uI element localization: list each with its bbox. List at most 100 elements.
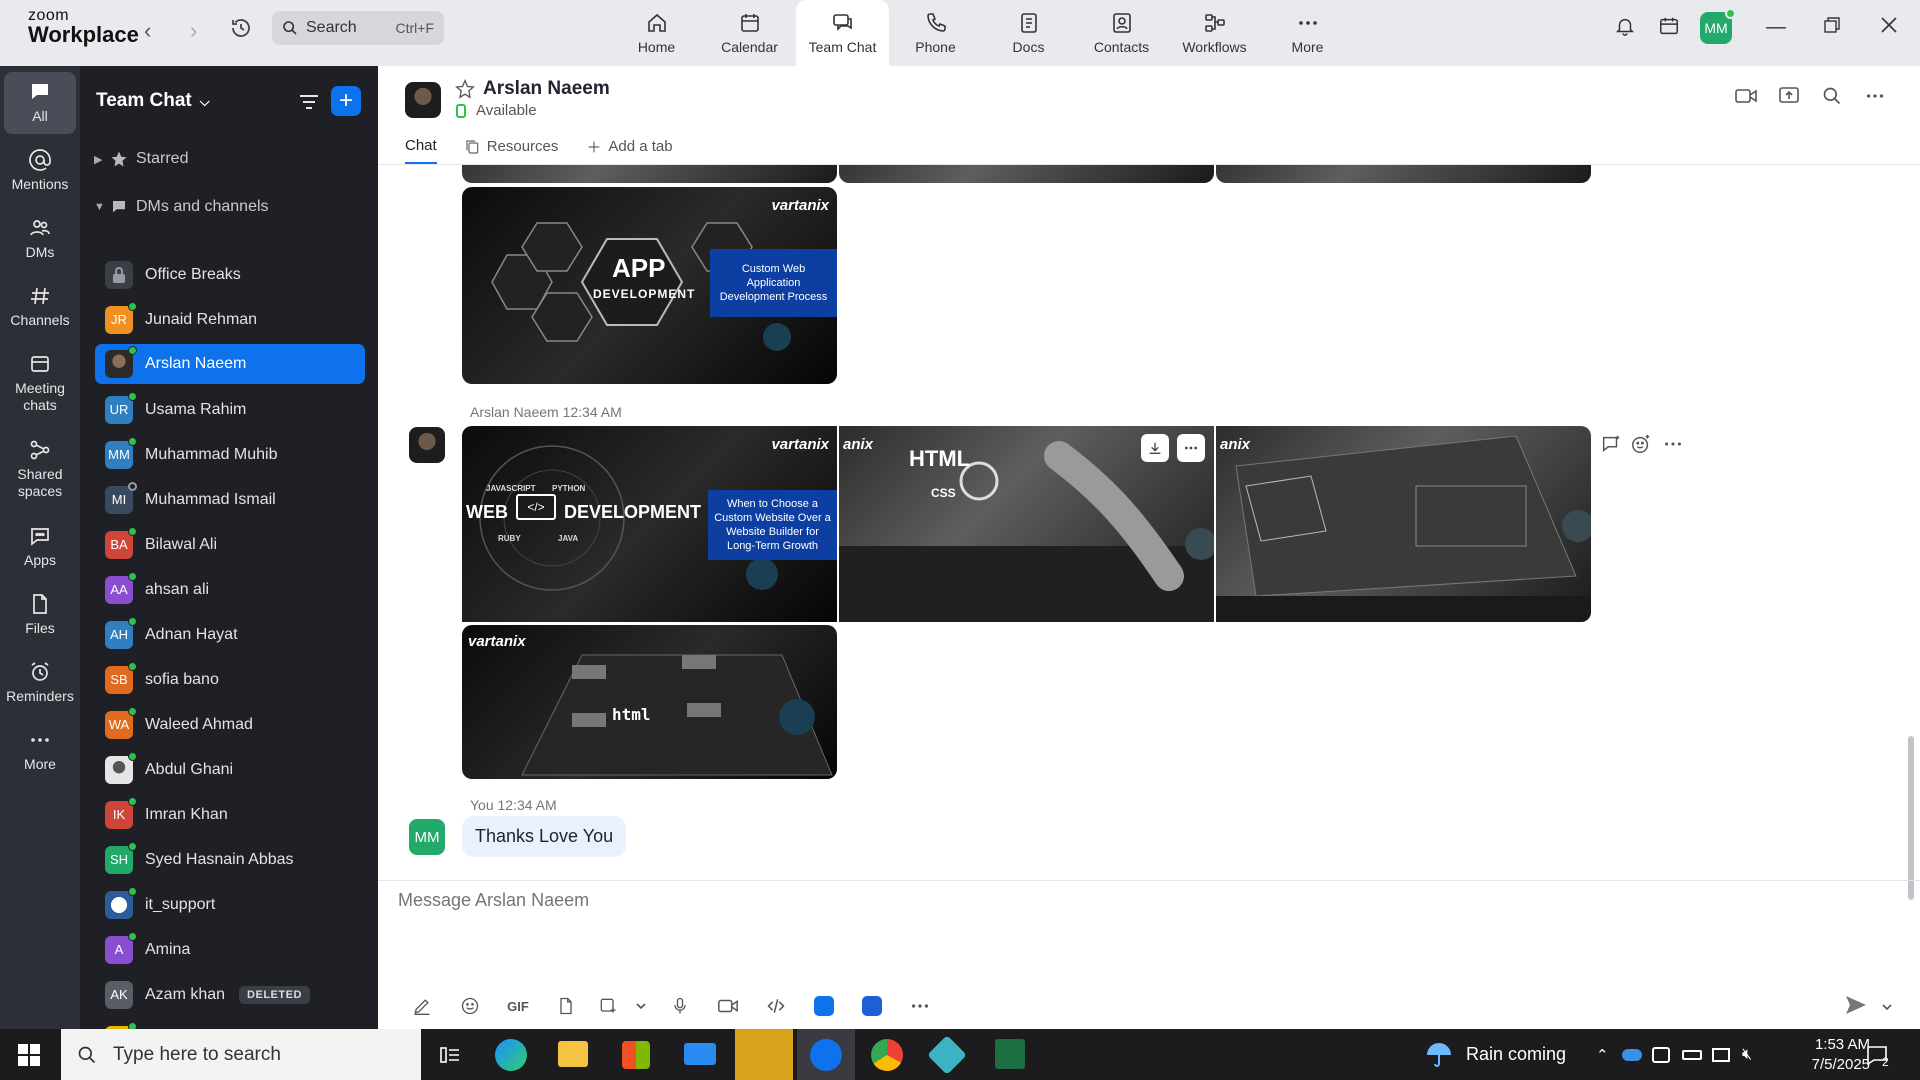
code-snippet-icon[interactable] <box>752 996 800 1016</box>
close-icon[interactable] <box>1880 16 1898 40</box>
format-text-icon[interactable] <box>398 996 446 1016</box>
app-shortcut-1-icon[interactable] <box>800 996 848 1016</box>
image-attachment-partial-1[interactable] <box>462 165 837 183</box>
screenshot-icon[interactable] <box>590 996 626 1016</box>
nav-calendar[interactable]: Calendar <box>703 0 796 66</box>
conversation-item[interactable]: MI Muhammad Ismail <box>95 477 365 522</box>
windows-start-icon[interactable] <box>18 1044 40 1071</box>
send-options-chevron-icon[interactable] <box>1881 1000 1893 1018</box>
tab-add[interactable]: Add a tab <box>586 137 673 164</box>
favorite-star-icon[interactable] <box>455 78 475 104</box>
rail-channels[interactable]: Channels <box>4 284 76 329</box>
rail-mentions[interactable]: Mentions <box>4 148 76 193</box>
image-web-development[interactable]: vartanix JAVASCRIPT PYTHON RUBY JAVA WEB… <box>462 426 837 622</box>
emoji-icon[interactable] <box>446 996 494 1016</box>
rail-apps[interactable]: Apps <box>4 524 76 569</box>
rail-reminders[interactable]: Reminders <box>4 660 76 705</box>
conversation-item[interactable]: it_support <box>95 882 365 927</box>
rail-all[interactable]: All <box>4 72 76 134</box>
conversation-item[interactable]: SUSami Ullah <box>95 1017 365 1029</box>
nav-docs[interactable]: Docs <box>982 0 1075 66</box>
conversation-item[interactable]: AK Azam khan DELETED <box>95 972 365 1017</box>
weather-widget[interactable]: Rain coming <box>1424 1029 1566 1080</box>
send-icon[interactable] <box>1844 994 1868 1021</box>
conversation-item[interactable]: AH Adnan Hayat <box>95 612 365 657</box>
attach-file-icon[interactable] <box>542 996 590 1016</box>
conversation-item[interactable]: UR Usama Rahim <box>95 387 365 432</box>
conversation-item[interactable]: SH Syed Hasnain Abbas <box>95 837 365 882</box>
excel-icon[interactable] <box>995 1039 1025 1069</box>
microphone-icon[interactable] <box>656 996 704 1016</box>
zoom-app-icon[interactable] <box>797 1029 855 1080</box>
history-icon[interactable] <box>229 16 253 46</box>
store-icon[interactable] <box>622 1041 650 1069</box>
rail-meeting-chats[interactable]: Meeting chats <box>4 352 76 414</box>
message-more-icon[interactable] <box>1662 433 1684 460</box>
conversation-item[interactable]: A Amina <box>95 927 365 972</box>
tab-chat[interactable]: Chat <box>405 137 437 164</box>
download-icon[interactable] <box>1141 434 1169 462</box>
image-laptop-dashboard[interactable]: anix <box>1216 426 1591 622</box>
notifications-bell-icon[interactable] <box>1614 14 1636 43</box>
video-call-icon[interactable] <box>1734 86 1758 111</box>
rail-files[interactable]: Files <box>4 592 76 637</box>
battery-icon[interactable] <box>1682 1029 1702 1080</box>
notification-center-icon[interactable]: 2 <box>1866 1029 1889 1080</box>
message-scrollbar[interactable] <box>1908 206 1914 900</box>
tray-chevron-icon[interactable]: ⌃ <box>1596 1029 1609 1080</box>
rail-more[interactable]: More <box>4 728 76 773</box>
share-screen-icon[interactable] <box>1778 86 1800 111</box>
image-attachment-partial-2[interactable] <box>839 165 1214 183</box>
nav-contacts[interactable]: Contacts <box>1075 0 1168 66</box>
add-reaction-icon[interactable] <box>1630 433 1652 460</box>
tab-resources[interactable]: Resources <box>465 137 558 164</box>
contact-name[interactable]: Arslan Naeem <box>483 78 610 100</box>
app-shortcut-2-icon[interactable] <box>848 996 896 1016</box>
new-chat-button[interactable]: + <box>331 86 361 116</box>
video-message-icon[interactable] <box>704 996 752 1016</box>
image-attachment-partial-3[interactable] <box>1216 165 1591 183</box>
image-html-keyboard[interactable]: vartanix html <box>462 625 837 779</box>
image-app-development[interactable]: vartanix APP DEVELOPMENT Custom Web Appl… <box>462 187 837 384</box>
taskbar-search[interactable]: Type here to search <box>61 1029 421 1080</box>
conversation-item[interactable]: AA ahsan ali <box>95 567 365 612</box>
sender-avatar[interactable] <box>409 427 445 463</box>
starred-section[interactable]: ▶ Starred <box>94 150 188 168</box>
file-explorer-icon[interactable] <box>558 1041 588 1067</box>
conversation-item[interactable]: Office Breaks <box>95 252 365 297</box>
conversation-item[interactable]: BA Bilawal Ali <box>95 522 365 567</box>
taskbar-clock[interactable]: 1:53 AM 7/5/2025 <box>1770 1035 1870 1075</box>
contact-avatar[interactable] <box>405 82 441 118</box>
message-input[interactable] <box>398 890 1598 911</box>
app-diamond-icon[interactable] <box>927 1035 967 1075</box>
image-html-hand[interactable]: anix HTML CSS <box>839 426 1214 622</box>
rail-shared-spaces[interactable]: Shared spaces <box>4 438 76 500</box>
message-bubble[interactable]: Thanks Love You <box>462 816 627 857</box>
schedule-icon[interactable] <box>1658 14 1680 43</box>
sticky-notes-icon[interactable] <box>735 1029 793 1080</box>
edge-browser-icon[interactable] <box>495 1039 527 1071</box>
conversation-item[interactable]: IK Imran Khan <box>95 792 365 837</box>
sidebar-title[interactable]: Team Chat ⌵ <box>96 90 210 112</box>
task-view-icon[interactable] <box>439 1044 461 1071</box>
filter-icon[interactable] <box>298 92 320 117</box>
conversation-item[interactable]: JR Junaid Rehman <box>95 297 365 342</box>
global-search[interactable]: Search Ctrl+F <box>272 11 444 45</box>
conversation-item[interactable]: SB sofia bano <box>95 657 365 702</box>
conversation-item[interactable]: MM Muhammad Muhib <box>95 432 365 477</box>
more-tools-icon[interactable] <box>896 996 944 1016</box>
more-options-icon[interactable] <box>1864 86 1886 111</box>
volume-muted-icon[interactable]: 🔇︎ <box>1742 1029 1752 1080</box>
chrome-icon[interactable] <box>871 1039 903 1071</box>
dms-channels-section[interactable]: ▼ DMs and channels <box>94 198 269 216</box>
gif-button[interactable]: GIF <box>494 999 542 1014</box>
conversation-item[interactable]: WA Waleed Ahmad <box>95 702 365 747</box>
network-icon[interactable] <box>1712 1029 1730 1080</box>
image-more-icon[interactable] <box>1177 434 1205 462</box>
user-avatar[interactable]: MM <box>1700 8 1736 44</box>
rail-dms[interactable]: DMs <box>4 216 76 261</box>
scrollbar-thumb[interactable] <box>1908 736 1914 900</box>
back-arrow-icon[interactable]: ‹ <box>144 18 151 44</box>
my-avatar[interactable]: MM <box>409 819 445 855</box>
chevron-down-icon[interactable] <box>626 1000 656 1012</box>
